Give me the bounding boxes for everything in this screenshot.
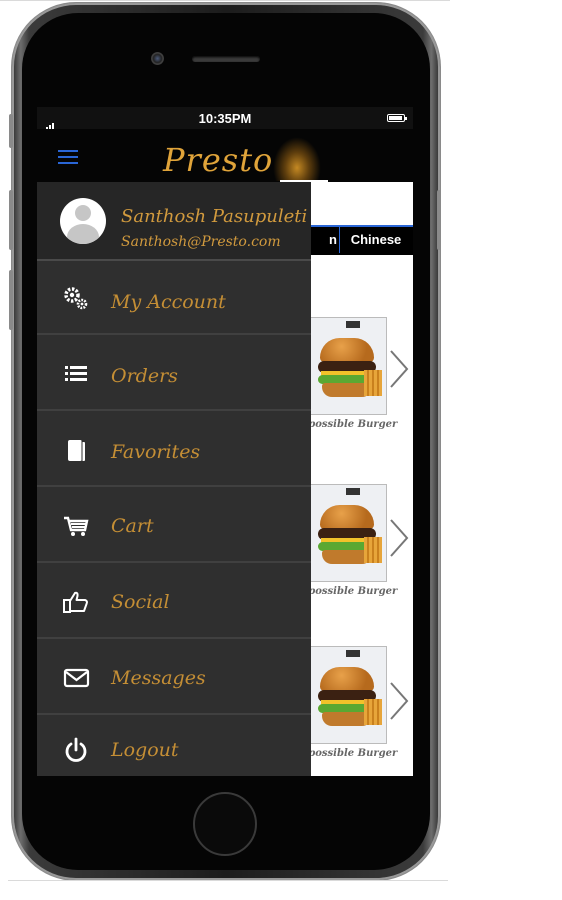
drawer-item-orders[interactable]: Orders (37, 337, 311, 411)
drawer-item-label: Social (111, 591, 170, 613)
drawer-item-label: Logout (111, 739, 179, 761)
bottom-divider (8, 880, 448, 881)
drawer-item-label: Cart (111, 515, 154, 537)
drawer-item-label: Messages (111, 667, 206, 689)
brand-logo-text: Presto (163, 141, 274, 179)
drawer-item-label: Orders (111, 365, 178, 387)
battery-icon (387, 114, 407, 122)
power-side-button (437, 190, 441, 250)
status-time: 10:35PM (198, 111, 252, 126)
app-header: Presto (37, 129, 413, 182)
food-card-image[interactable] (307, 317, 387, 415)
thumbs-up-icon (63, 591, 88, 613)
power-icon (65, 737, 87, 762)
mute-switch (9, 114, 13, 148)
chevron-right-icon[interactable] (387, 681, 411, 721)
earpiece-speaker (192, 56, 260, 62)
sparkle-logo-icon (273, 137, 321, 181)
home-button[interactable] (193, 792, 257, 856)
profile-name: Santhosh Pasupuleti (121, 206, 308, 227)
volume-down-button (9, 270, 13, 330)
chevron-right-icon[interactable] (387, 349, 411, 389)
drawer-item-label: Favorites (111, 441, 201, 463)
avatar (60, 198, 106, 244)
navigation-drawer: Santhosh Pasupuleti Santhosh@Presto.com … (37, 182, 311, 776)
volume-up-button (9, 190, 13, 250)
hamburger-menu-icon[interactable] (58, 150, 78, 164)
gears-icon (64, 287, 88, 310)
front-camera (151, 52, 164, 65)
cart-icon (64, 516, 89, 536)
drawer-item-my-account[interactable]: My Account (37, 261, 311, 335)
drawer-item-social[interactable]: Social (37, 565, 311, 639)
tab-chinese[interactable]: Chinese (339, 227, 412, 253)
drawer-item-cart[interactable]: Cart (37, 489, 311, 563)
drawer-item-favorites[interactable]: Favorites (37, 413, 311, 487)
top-divider (0, 0, 450, 1)
envelope-icon (63, 668, 90, 688)
drawer-item-label: My Account (111, 291, 226, 313)
profile-header[interactable]: Santhosh Pasupuleti Santhosh@Presto.com (37, 182, 311, 261)
food-card-image[interactable] (307, 646, 387, 744)
book-icon (68, 440, 85, 461)
status-bar: 10:35PM (37, 107, 413, 132)
food-card-image[interactable] (307, 484, 387, 582)
drawer-item-logout[interactable]: Logout (37, 717, 311, 776)
list-icon (65, 366, 87, 381)
profile-email: Santhosh@Presto.com (121, 234, 281, 250)
chevron-right-icon[interactable] (387, 518, 411, 558)
phone-screen: 10:35PM Presto n Chinese Impossible Burg… (37, 107, 413, 776)
drawer-item-messages[interactable]: Messages (37, 641, 311, 715)
